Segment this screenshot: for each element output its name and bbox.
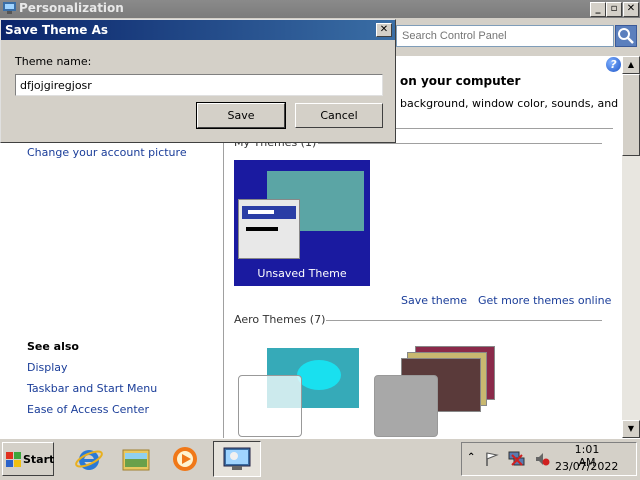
scroll-down-arrow-icon[interactable]: ▼ (622, 420, 640, 438)
help-icon[interactable]: ? (606, 57, 621, 72)
control-panel-icon (223, 447, 251, 470)
volume-icon[interactable] (534, 451, 550, 467)
app-icon (3, 2, 16, 14)
unsaved-theme-label: Unsaved Theme (257, 267, 347, 280)
scroll-up-arrow-icon[interactable]: ▲ (622, 56, 640, 74)
page-heading: on your computer (400, 74, 521, 88)
save-theme-dialog: Save Theme As ✕ Theme name: Save Cancel (0, 19, 396, 143)
window-title: Personalization (19, 1, 124, 15)
windows-logo-icon (6, 452, 21, 467)
start-button[interactable]: Start (2, 442, 54, 476)
chevron-up-icon[interactable]: ⌃ (467, 452, 475, 463)
internet-explorer-icon[interactable] (74, 444, 104, 474)
theme-name-label: Theme name: (15, 55, 92, 68)
search-icon (618, 28, 634, 44)
flag-icon[interactable] (484, 451, 500, 467)
divider (318, 143, 602, 144)
display-link[interactable]: Display (27, 361, 68, 374)
search-input[interactable] (396, 25, 614, 47)
media-player-icon[interactable] (170, 444, 200, 474)
aero-themes-label: Aero Themes (7) (234, 313, 326, 326)
dialog-close-button[interactable]: ✕ (376, 23, 392, 37)
get-more-themes-link[interactable]: Get more themes online (478, 294, 611, 307)
clock-date[interactable]: 23/07/2022 (555, 460, 618, 473)
see-also-heading: See also (27, 340, 79, 353)
taskbar-personalization-button[interactable] (213, 441, 261, 477)
start-label: Start (23, 453, 55, 466)
page-subtext: background, window color, sounds, and (400, 97, 619, 110)
ease-of-access-link[interactable]: Ease of Access Center (27, 403, 149, 416)
window-titlebar[interactable]: Personalization _ ▫ ✕ (0, 0, 640, 18)
restore-button[interactable]: ▫ (606, 2, 622, 17)
save-theme-link[interactable]: Save theme (401, 294, 467, 307)
search-button[interactable] (615, 25, 637, 47)
taskbar: Start ⌃ (0, 438, 640, 480)
dialog-titlebar[interactable]: Save Theme As ✕ (1, 20, 395, 40)
unsaved-theme-tile[interactable]: Unsaved Theme (234, 160, 370, 286)
file-explorer-icon[interactable] (121, 444, 151, 474)
minimize-button[interactable]: _ (590, 2, 606, 17)
dialog-title: Save Theme As (5, 23, 108, 37)
vertical-scrollbar[interactable]: ▲ ▼ (622, 56, 640, 438)
divider (326, 320, 602, 321)
aero-theme-architecture-tile[interactable] (374, 346, 495, 437)
theme-name-input[interactable] (15, 74, 383, 96)
theme-window-preview (238, 199, 300, 259)
change-account-picture-link[interactable]: Change your account picture (27, 146, 187, 159)
taskbar-start-menu-link[interactable]: Taskbar and Start Menu (27, 382, 157, 395)
save-button[interactable]: Save (196, 102, 286, 129)
aero-theme-windows-tile[interactable] (238, 348, 359, 437)
scroll-thumb[interactable] (622, 74, 640, 156)
close-button[interactable]: ✕ (623, 2, 639, 17)
cancel-button[interactable]: Cancel (295, 103, 383, 128)
network-icon[interactable] (508, 451, 526, 467)
